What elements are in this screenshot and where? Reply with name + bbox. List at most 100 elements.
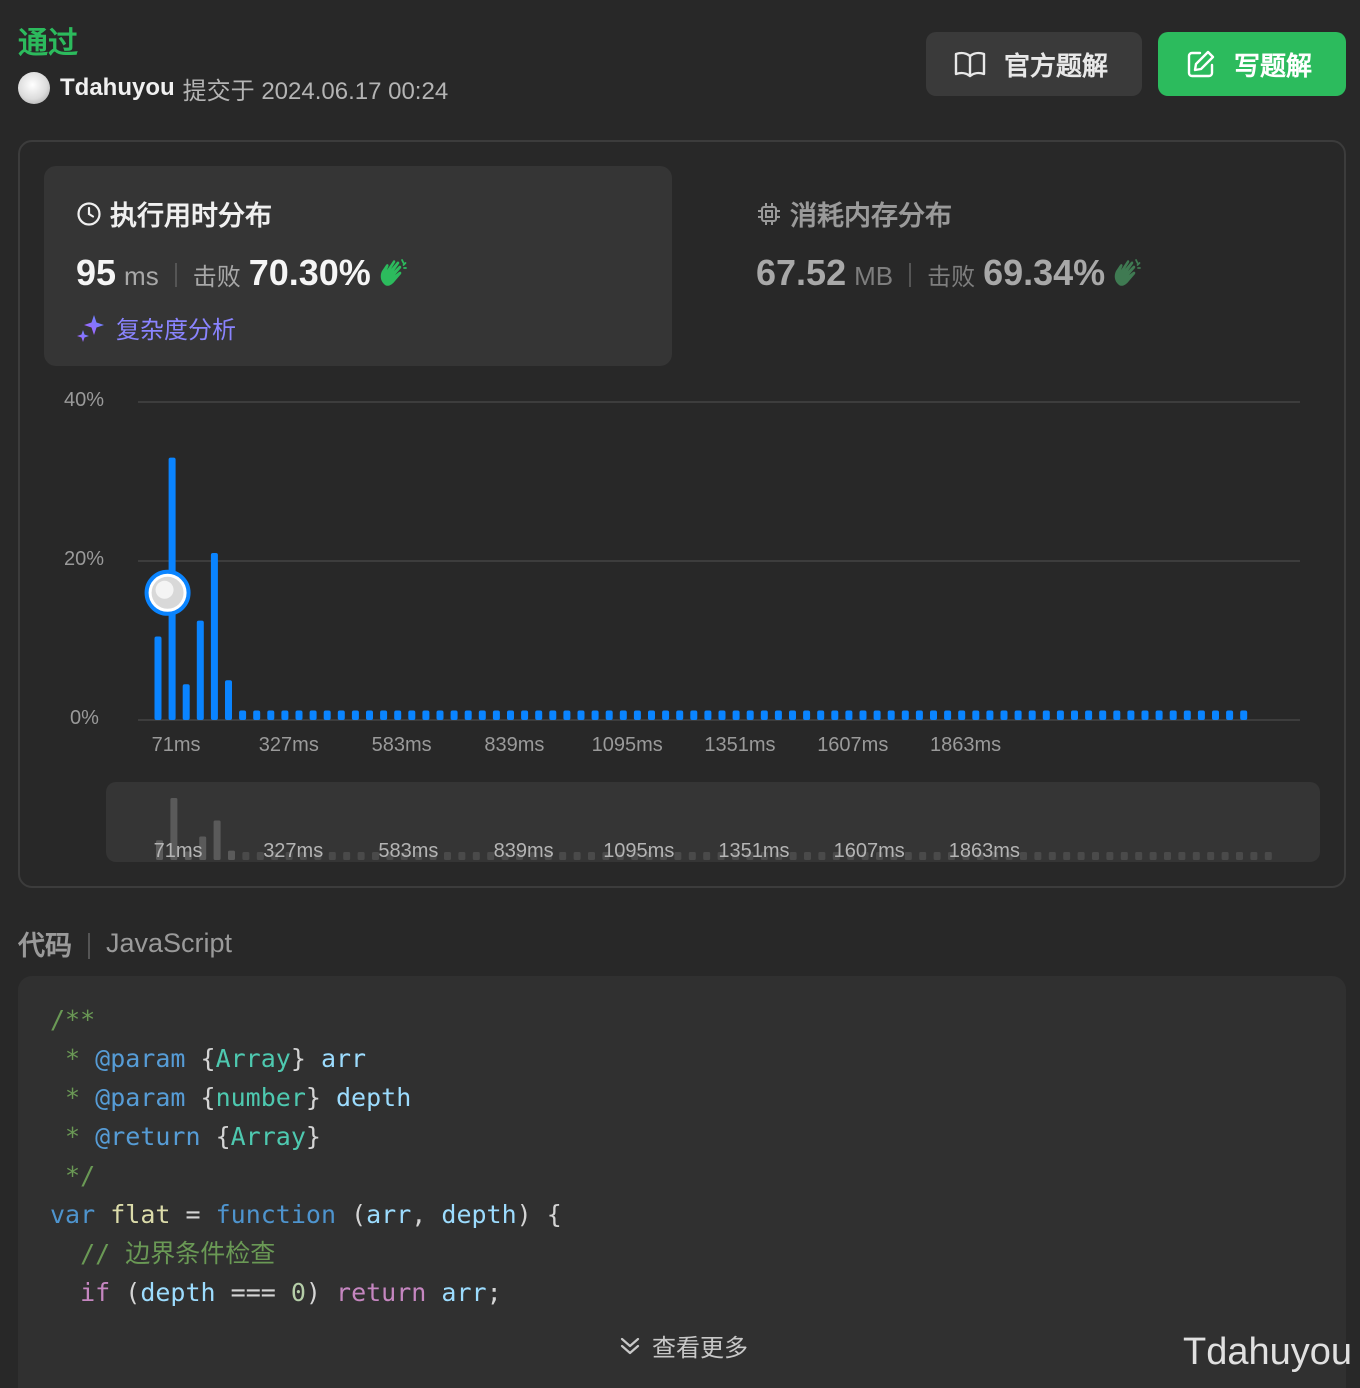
histogram-bar: [718, 710, 726, 720]
histogram-bar: [1000, 710, 1008, 720]
histogram-bar: [901, 710, 909, 720]
histogram-bar: [366, 710, 373, 720]
x-tick-label: 71ms: [151, 734, 201, 756]
overview-bar: [1192, 852, 1200, 860]
overview-bar: [213, 820, 221, 860]
overview-x-tick-label: 583ms: [378, 840, 439, 862]
histogram-bar: [323, 710, 331, 720]
histogram-bar: [1169, 710, 1177, 720]
overview-bar: [1164, 852, 1171, 860]
overview-bar: [357, 852, 365, 860]
divider: [88, 932, 90, 959]
stats-card: 执行用时分布 95 ms 击败 70.30% 复杂度分析 消耗内存分布 67.5…: [18, 140, 1346, 888]
book-icon: [954, 51, 986, 78]
x-tick-label: 1095ms: [591, 734, 663, 756]
chart-overview-scrollbar[interactable]: 71ms 327ms 583ms 839ms 1095ms 1351ms 1607ms 186…: [106, 782, 1320, 862]
code-token: ,: [411, 1200, 442, 1229]
code-token: /**: [50, 1005, 96, 1034]
code-token: *: [50, 1122, 96, 1151]
watermark: Tdahuyou: [1182, 1331, 1352, 1373]
code-token: *: [50, 1044, 96, 1073]
overview-bar: [343, 852, 351, 860]
histogram-bar: [408, 710, 416, 720]
histogram-bar: [732, 710, 740, 720]
overview-x-tick-label: 839ms: [493, 840, 554, 862]
histogram-bar: [380, 710, 388, 720]
histogram-bar: [154, 636, 162, 720]
overview-bar: [1063, 852, 1071, 860]
x-tick-label: 839ms: [484, 734, 545, 756]
histogram-bar: [422, 710, 430, 720]
histogram-bar: [1085, 710, 1093, 720]
histogram-bar: [648, 710, 655, 720]
histogram-bar: [507, 710, 514, 720]
histogram-bar: [887, 710, 895, 720]
code-token: ===: [215, 1278, 291, 1307]
code-line: * @param {number} depth: [50, 1078, 411, 1117]
avatar[interactable]: [18, 72, 50, 104]
histogram-bar: [817, 710, 825, 720]
code-token: (: [110, 1278, 141, 1307]
code-block[interactable]: /** * @param {Array} arr * @param {numbe…: [18, 976, 1346, 1388]
histogram-bar: [915, 710, 923, 720]
histogram-bar: [239, 710, 247, 720]
code-token: {: [200, 1122, 231, 1151]
overview-bar: [1020, 852, 1027, 860]
code-token: */: [50, 1161, 96, 1190]
histogram-bar: [351, 710, 359, 720]
header-actions: 官方题解 写题解: [926, 32, 1346, 96]
overview-bar: [818, 852, 826, 860]
runtime-distribution-chart[interactable]: [20, 142, 1344, 886]
histogram-bar: [478, 710, 486, 720]
code-token: ): [305, 1278, 337, 1307]
username-link[interactable]: Tdahuyou: [60, 74, 175, 102]
code-token: {: [185, 1044, 216, 1073]
histogram-bar: [633, 710, 641, 720]
code-token: // 边界条件检查: [80, 1239, 276, 1268]
code-token: @param: [95, 1083, 186, 1112]
official-solution-button[interactable]: 官方题解: [926, 32, 1142, 96]
histogram-bar: [803, 710, 811, 720]
histogram-bar: [182, 684, 190, 720]
histogram-bar: [1113, 710, 1121, 720]
overview-bar: [933, 852, 941, 860]
code-token: (: [336, 1200, 367, 1229]
edit-icon: [1187, 50, 1215, 78]
code-token: Array: [215, 1044, 291, 1073]
histogram-bar: [549, 710, 557, 720]
histogram-bar: [774, 710, 782, 720]
histogram-bar: [930, 710, 937, 720]
histogram-bar: [1155, 710, 1163, 720]
overview-bar: [919, 852, 927, 860]
overview-bar: [573, 852, 581, 860]
code-token: depth: [336, 1083, 412, 1112]
overview-bar: [1034, 852, 1042, 860]
code-token: @return: [95, 1122, 201, 1151]
code-label: 代码: [18, 931, 72, 961]
overview-x-tick-label: 1607ms: [833, 840, 905, 862]
code-token: ) {: [516, 1200, 562, 1229]
histogram-bar: [789, 710, 796, 720]
code-token: *: [50, 1083, 96, 1112]
overview-bar: [444, 852, 451, 860]
code-line: */: [50, 1156, 95, 1195]
histogram-bar: [1056, 710, 1064, 720]
overview-bar: [1207, 852, 1215, 860]
histogram-bar: [1042, 710, 1050, 720]
histogram-bar: [1071, 710, 1078, 720]
language-label: JavaScript: [106, 928, 233, 958]
histogram-bar: [845, 710, 853, 720]
overview-bar: [1236, 852, 1243, 860]
overview-bar: [804, 852, 811, 860]
write-solution-button[interactable]: 写题解: [1158, 32, 1346, 96]
status-label: 通过: [18, 27, 78, 60]
histogram-bar: [337, 710, 345, 720]
overview-bar: [559, 852, 567, 860]
overview-bar: [703, 852, 711, 860]
view-more-button[interactable]: 查看更多: [618, 1328, 748, 1363]
histogram-bar: [704, 710, 712, 720]
code-line: * @param {Array} arr: [50, 1039, 366, 1078]
histogram-bar: [464, 710, 472, 720]
